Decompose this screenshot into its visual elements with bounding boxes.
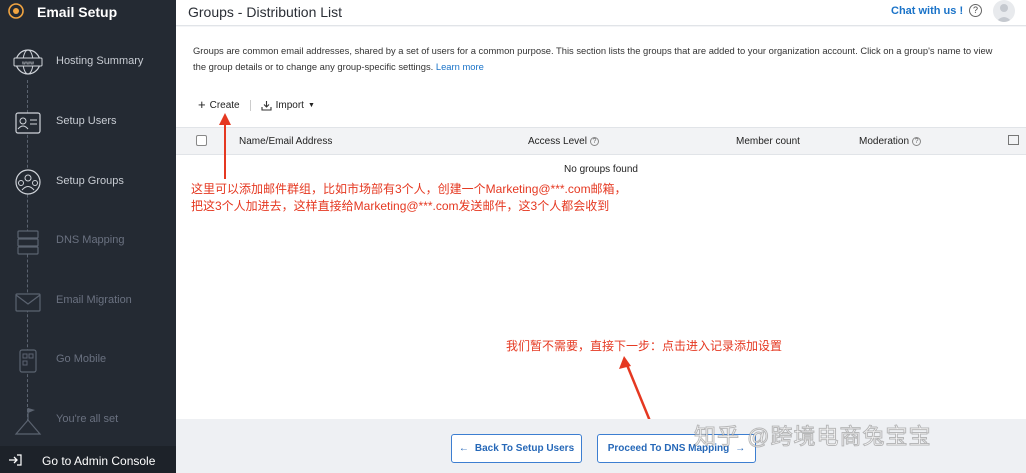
exit-arrow-icon — [9, 454, 22, 466]
admin-console-label: Go to Admin Console — [42, 454, 156, 468]
app-title: Email Setup — [37, 4, 118, 20]
step-label: Setup Users — [56, 115, 117, 127]
step-hosting-summary[interactable]: www Hosting Summary — [0, 42, 176, 86]
step-label: Go Mobile — [56, 353, 107, 365]
arrow-to-proceed — [619, 356, 651, 419]
annotation-arrows — [219, 113, 651, 419]
step-label: Setup Groups — [56, 175, 124, 187]
step-all-set[interactable]: You're all set — [0, 400, 176, 444]
step-setup-groups[interactable]: Setup Groups — [0, 162, 176, 206]
group-icon — [15, 169, 41, 195]
chat-with-us-link[interactable]: Chat with us ! — [891, 5, 963, 17]
step-setup-users[interactable]: Setup Users — [0, 102, 176, 146]
arrow-left-icon: ← — [458, 443, 469, 454]
step-dns-mapping[interactable]: DNS Mapping — [0, 221, 176, 265]
user-avatar-icon — [996, 4, 1012, 22]
step-label: DNS Mapping — [56, 234, 125, 246]
svg-text:www: www — [22, 61, 34, 67]
footer-actions: ← Back To Setup Users Proceed To DNS Map… — [176, 419, 1026, 473]
top-header: Groups - Distribution List Chat with us … — [176, 0, 1026, 26]
app-logo-icon — [8, 3, 24, 19]
step-email-migration[interactable]: Email Migration — [0, 281, 176, 325]
main-content: Groups are common email addresses, share… — [176, 27, 1026, 419]
arrow-to-create — [219, 113, 231, 179]
back-label: Back To Setup Users — [474, 443, 575, 454]
envelope-icon — [15, 293, 41, 312]
step-go-mobile[interactable]: Go Mobile — [0, 340, 176, 384]
avatar[interactable] — [993, 0, 1015, 22]
flag-icon — [14, 408, 42, 435]
watermark: 知乎 @跨境电商兔宝宝 — [693, 424, 932, 450]
globe-www-icon: www — [13, 49, 43, 75]
back-to-setup-users-button[interactable]: ← Back To Setup Users — [451, 434, 582, 463]
server-icon — [17, 230, 39, 255]
user-card-icon — [15, 112, 41, 134]
sidebar: Email Setup www Hosting Summary Setup Us… — [0, 0, 176, 473]
step-label: Email Migration — [56, 294, 132, 306]
brand-header: Email Setup — [0, 0, 176, 25]
step-label: You're all set — [56, 413, 119, 425]
page-title: Groups - Distribution List — [188, 4, 343, 20]
go-to-admin-console[interactable]: Go to Admin Console — [0, 446, 176, 473]
qr-code-icon — [19, 349, 37, 373]
help-icon[interactable]: ? — [969, 4, 982, 17]
step-label: Hosting Summary — [56, 55, 144, 67]
